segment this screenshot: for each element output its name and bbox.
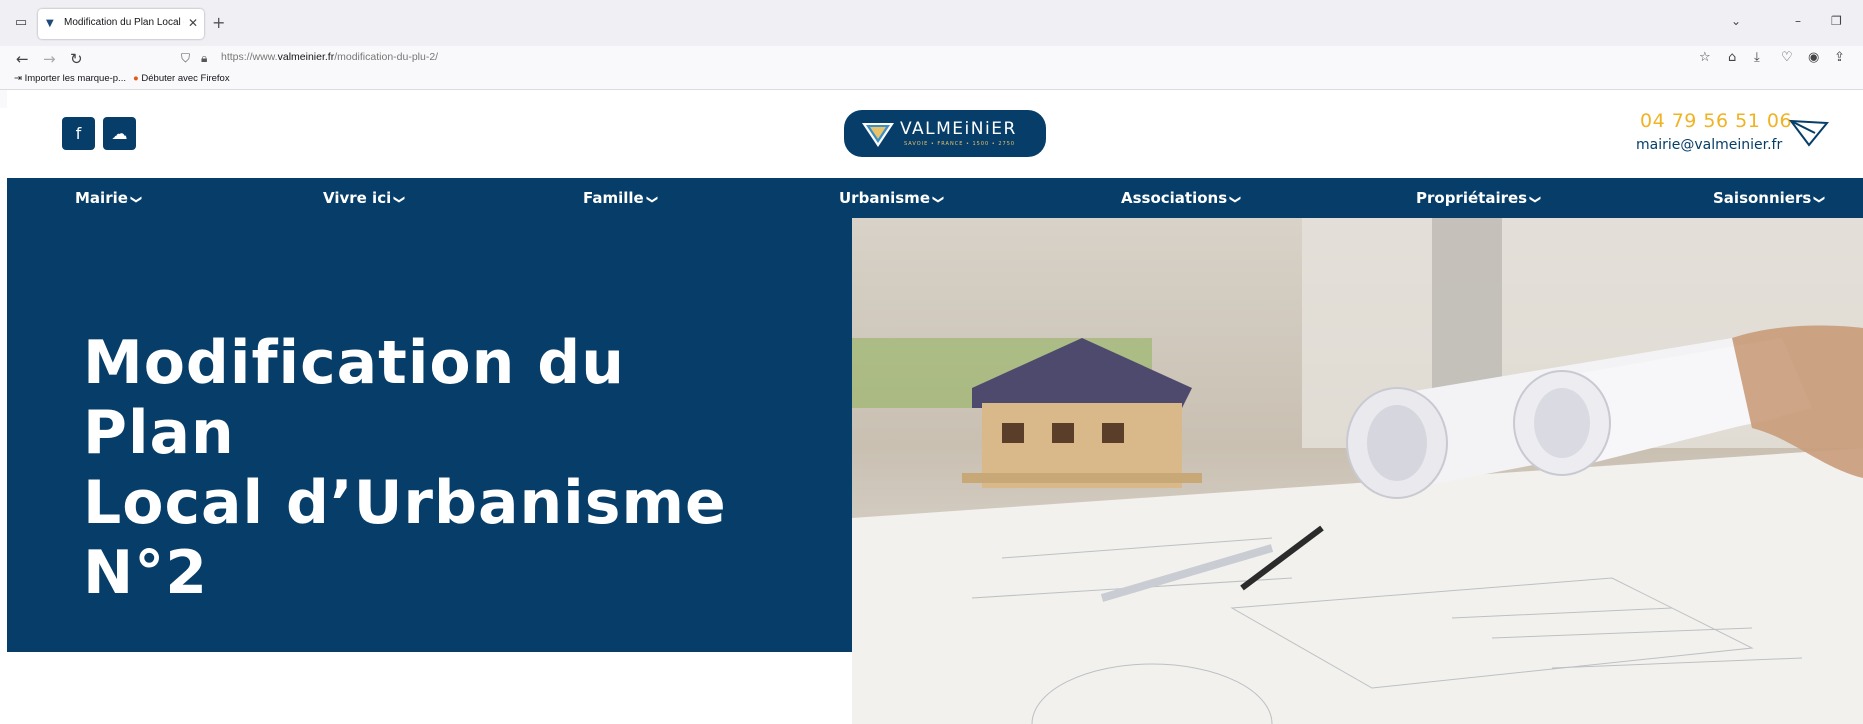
bookmark-getting-started[interactable]: ● Débuter avec Firefox	[133, 73, 230, 84]
bookmarks-bar: ⇥ Importer les marque-p... ● Débuter ave…	[0, 70, 1863, 89]
paper-plane-icon[interactable]	[1789, 117, 1829, 147]
downloads-icon[interactable]: ⤓	[1754, 50, 1760, 65]
facebook-icon[interactable]: f	[62, 117, 95, 150]
main-navigation: Mairie ❯ Vivre ici ❯ Famille ❯ Urbanisme ❯ A…	[7, 178, 1863, 218]
bookmark-import[interactable]: ⇥ Importer les marque-p...	[14, 73, 126, 84]
hero-photo-architecture-plans	[852, 218, 1863, 724]
page-title: Modification du Plan Local d’Urbanisme N…	[83, 328, 727, 608]
extensions-icon[interactable]: ⇪	[1834, 50, 1845, 65]
minimize-icon[interactable]: –	[1795, 14, 1801, 28]
new-tab-icon[interactable]: +	[212, 13, 225, 32]
nav-item-vivre-ici[interactable]: Vivre ici ❯	[323, 189, 407, 207]
site-header: f ☁ VALMEiNiER SAVOIE • FRANCE • 1500 • …	[7, 90, 1863, 178]
tab-overflow-chevron-icon[interactable]: ⌄	[1731, 14, 1741, 28]
nav-item-proprietaires[interactable]: Propriétaires ❯	[1416, 189, 1543, 207]
tab-list-icon[interactable]: ▭	[12, 14, 30, 32]
site-logo[interactable]: VALMEiNiER SAVOIE • FRANCE • 1500 • 2750	[844, 110, 1046, 157]
close-tab-icon[interactable]: ✕	[188, 16, 198, 30]
chevron-down-icon: ❯	[1813, 194, 1827, 205]
home-icon[interactable]: ⌂	[1728, 50, 1736, 65]
nav-item-associations[interactable]: Associations ❯	[1121, 189, 1243, 207]
reload-icon[interactable]: ↻	[70, 50, 83, 68]
tab-title: Modification du Plan Local d'Urbanisme	[64, 17, 184, 28]
phone-number[interactable]: 04 79 56 51 06	[1640, 110, 1792, 132]
url-text[interactable]: https://www.valmeinier.fr/modification-d…	[221, 51, 438, 63]
webcam-icon[interactable]: ☁	[103, 117, 136, 150]
address-bar[interactable]: ⛉ 🔒︎ https://www.valmeinier.fr/modificat…	[172, 46, 1712, 72]
chevron-down-icon: ❯	[1229, 194, 1243, 205]
bookmark-star-icon[interactable]: ☆	[1699, 50, 1711, 65]
logo-tagline: SAVOIE • FRANCE • 1500 • 2750	[904, 141, 1016, 147]
chevron-down-icon: ❯	[393, 194, 407, 205]
chevron-down-icon: ❯	[130, 194, 144, 205]
pocket-icon[interactable]: ♡	[1781, 50, 1793, 65]
logo-mark-icon	[862, 123, 894, 147]
browser-tab-bar: ▭ ▼ Modification du Plan Local d'Urbanis…	[0, 0, 1863, 46]
site-favicon-icon: ▼	[46, 18, 54, 29]
browser-tab[interactable]: ▼ Modification du Plan Local d'Urbanisme…	[38, 9, 204, 39]
chevron-down-icon: ❯	[932, 194, 946, 205]
account-icon[interactable]: ◉	[1808, 50, 1819, 65]
nav-item-urbanisme[interactable]: Urbanisme ❯	[839, 189, 946, 207]
nav-item-mairie[interactable]: Mairie ❯	[75, 189, 144, 207]
firefox-icon: ●	[133, 73, 139, 84]
chevron-down-icon: ❯	[645, 194, 659, 205]
chevron-down-icon: ❯	[1529, 194, 1543, 205]
tracking-shield-icon[interactable]: ⛉	[181, 51, 190, 66]
forward-icon[interactable]: →	[43, 50, 56, 68]
lock-icon[interactable]: 🔒︎	[201, 51, 207, 66]
blueprint-illustration	[852, 218, 1863, 724]
nav-item-saisonniers[interactable]: Saisonniers ❯	[1713, 189, 1827, 207]
restore-icon[interactable]: ❐	[1831, 14, 1842, 28]
logo-wordmark: VALMEiNiER	[900, 119, 1017, 139]
back-icon[interactable]: ←	[16, 50, 29, 68]
email-link[interactable]: mairie@valmeinier.fr	[1636, 137, 1782, 153]
nav-item-famille[interactable]: Famille ❯	[583, 189, 659, 207]
hero-banner: Modification du Plan Local d’Urbanisme N…	[7, 218, 852, 652]
